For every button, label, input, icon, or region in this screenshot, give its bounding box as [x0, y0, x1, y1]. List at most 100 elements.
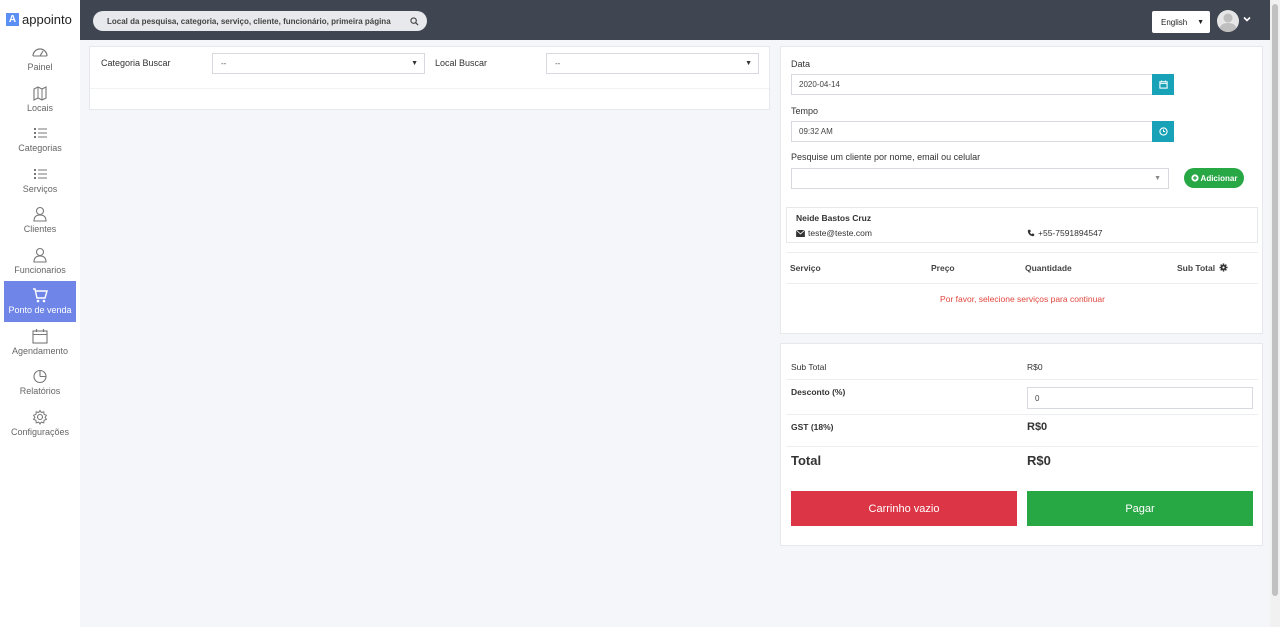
- sidebar-item-label: Locais: [26, 102, 53, 113]
- location-filter-label: Local Buscar: [435, 58, 488, 68]
- add-customer-label: Adicionar: [1200, 173, 1238, 183]
- caret-down-icon: ▼: [745, 60, 752, 67]
- calendar-button[interactable]: [1152, 74, 1174, 95]
- sidebar-item-label: Relatórios: [19, 386, 61, 397]
- caret-down-icon: ▼: [1154, 175, 1161, 182]
- date-value: 2020-04-14: [799, 80, 840, 89]
- logo-text: appointo: [22, 11, 72, 27]
- user-icon: [33, 247, 47, 263]
- map-icon: [33, 85, 47, 101]
- date-label: Data: [791, 59, 811, 69]
- envelope-icon: [796, 229, 805, 237]
- clock-button[interactable]: [1152, 121, 1174, 142]
- phone-icon: [1027, 229, 1035, 237]
- subtotal-value: R$0: [1027, 362, 1043, 372]
- booking-card: Data 2020-04-14 Tempo 09:32 AM Pesquise …: [780, 46, 1263, 334]
- divider: [90, 88, 769, 89]
- user-avatar-icon: [1219, 13, 1237, 32]
- client-email: teste@teste.com: [796, 228, 872, 238]
- column-header-quantity: Quantidade: [1025, 263, 1072, 273]
- top-bar: English ▼: [80, 0, 1270, 40]
- client-phone: +55-7591894547: [1027, 228, 1103, 238]
- empty-cart-button[interactable]: Carrinho vazio: [791, 491, 1017, 526]
- total-value: R$0: [1027, 453, 1051, 468]
- pay-label: Pagar: [1125, 502, 1155, 515]
- sidebar-item-categorias[interactable]: Categorias: [4, 119, 76, 160]
- list-icon: [34, 168, 47, 179]
- calendar-icon: [1158, 80, 1168, 89]
- time-input[interactable]: 09:32 AM: [791, 121, 1153, 142]
- sidebar-item-clientes[interactable]: Clientes: [4, 200, 76, 241]
- location-select[interactable]: -- ▼: [546, 53, 759, 74]
- divider: [786, 446, 1258, 447]
- discount-label: Desconto (%): [791, 387, 846, 397]
- sidebar-item-ponto-de-venda[interactable]: Ponto de venda: [4, 281, 76, 322]
- discount-input[interactable]: 0: [1027, 387, 1253, 409]
- sidebar-item-configuracoes[interactable]: Configurações: [4, 403, 76, 444]
- client-name: Neide Bastos Cruz: [796, 213, 872, 223]
- global-search[interactable]: [93, 11, 427, 31]
- column-header-price: Preço: [931, 263, 955, 273]
- add-customer-button[interactable]: Adicionar: [1184, 168, 1244, 188]
- language-select[interactable]: English ▼: [1152, 11, 1210, 33]
- scrollbar-thumb[interactable]: [1272, 4, 1278, 596]
- time-value: 09:32 AM: [799, 127, 833, 136]
- gear-icon[interactable]: [1219, 263, 1228, 272]
- gst-value: R$0: [1027, 421, 1048, 433]
- pay-button[interactable]: Pagar: [1027, 491, 1253, 526]
- language-value: English: [1161, 17, 1188, 27]
- divider: [786, 379, 1258, 380]
- sidebar-item-label: Ponto de venda: [8, 305, 72, 316]
- selected-client: Neide Bastos Cruz teste@teste.com +55-75…: [786, 207, 1258, 243]
- empty-cart-label: Carrinho vazio: [868, 502, 940, 515]
- chevron-down-icon[interactable]: [1242, 14, 1252, 24]
- cart-icon: [33, 288, 48, 303]
- app-logo[interactable]: A appointo: [0, 0, 80, 38]
- sidebar-item-label: Clientes: [23, 224, 57, 235]
- sidebar-item-label: Configurações: [10, 426, 70, 437]
- category-filter-label: Categoria Buscar: [101, 58, 171, 68]
- customer-select[interactable]: ▼: [791, 168, 1169, 189]
- time-label: Tempo: [791, 106, 819, 116]
- gear-icon: [32, 409, 48, 425]
- date-input[interactable]: 2020-04-14: [791, 74, 1153, 95]
- sidebar-item-agendamento[interactable]: Agendamento: [4, 322, 76, 363]
- search-icon[interactable]: [410, 16, 419, 26]
- gst-label: GST (18%): [791, 422, 834, 432]
- sidebar-item-relatorios[interactable]: Relatórios: [4, 362, 76, 403]
- filter-card: Categoria Buscar -- ▼ Local Buscar -- ▼: [89, 46, 770, 110]
- sidebar-item-servicos[interactable]: Serviços: [4, 160, 76, 201]
- search-input[interactable]: [107, 16, 410, 26]
- caret-down-icon: ▼: [1197, 18, 1204, 26]
- discount-value: 0: [1035, 393, 1040, 403]
- sidebar-item-painel[interactable]: Painel: [4, 38, 76, 79]
- logo-mark: A: [6, 12, 19, 26]
- sidebar-item-funcionarios[interactable]: Funcionarios: [4, 241, 76, 282]
- dashboard-icon: [32, 48, 48, 57]
- sidebar-item-label: Agendamento: [11, 345, 69, 356]
- sidebar-item-label: Categorias: [18, 143, 62, 154]
- divider: [786, 252, 1258, 253]
- pie-chart-icon: [33, 370, 47, 384]
- column-header-service: Serviço: [790, 263, 821, 273]
- sidebar-item-label: Serviços: [22, 183, 58, 194]
- user-icon: [33, 207, 47, 222]
- avatar[interactable]: [1217, 10, 1239, 32]
- subtotal-label: Sub Total: [791, 362, 827, 372]
- calendar-icon: [32, 328, 48, 344]
- total-label: Total: [791, 453, 822, 468]
- clock-icon: [1158, 127, 1168, 136]
- category-select[interactable]: -- ▼: [212, 53, 425, 74]
- sidebar-item-locais[interactable]: Locais: [4, 79, 76, 120]
- customer-search-label: Pesquise um cliente por nome, email ou c…: [791, 152, 981, 162]
- divider: [786, 414, 1258, 415]
- plus-circle-icon: [1190, 174, 1199, 182]
- caret-down-icon: ▼: [411, 60, 418, 67]
- empty-services-message: Por favor, selecione serviços para conti…: [940, 294, 1105, 304]
- sidebar-item-label: Funcionarios: [14, 264, 66, 275]
- sidebar-item-label: Painel: [27, 62, 53, 73]
- column-header-subtotal: Sub Total: [1177, 263, 1216, 273]
- client-phone-value: +55-7591894547: [1038, 228, 1103, 238]
- location-select-value: --: [555, 59, 561, 68]
- sidebar: Painel Locais Categorias Serviços Client…: [0, 38, 80, 627]
